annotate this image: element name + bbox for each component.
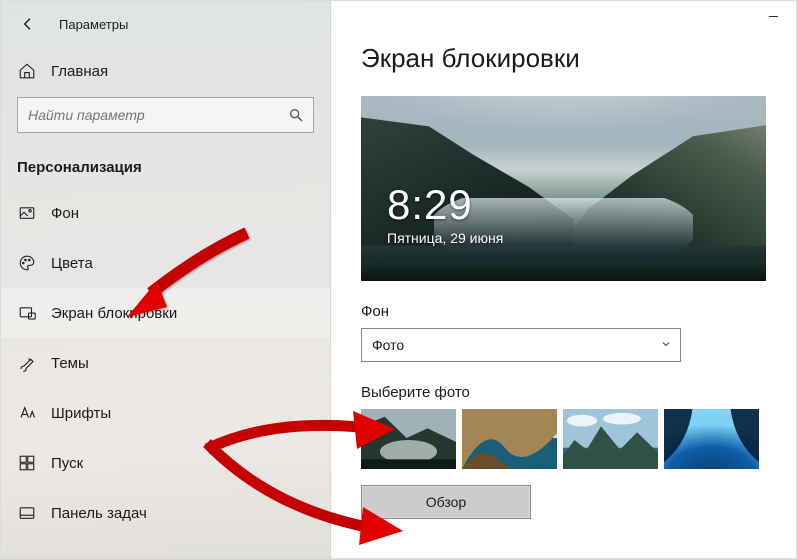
page-title: Экран блокировки (361, 43, 766, 74)
photo-thumb-3[interactable] (563, 409, 658, 469)
home-icon (17, 62, 37, 80)
nav-home[interactable]: Главная (1, 51, 330, 91)
sidebar-item-label: Цвета (51, 255, 93, 272)
brush-icon (17, 354, 37, 372)
sidebar-item-label: Фон (51, 205, 79, 222)
main-content: Экран блокировки 8:29 Пятница, 29 июня Ф… (331, 1, 796, 558)
window-title: Параметры (59, 17, 128, 32)
background-dropdown-value: Фото (372, 337, 404, 353)
taskbar-icon (17, 504, 37, 522)
sidebar-item-colors[interactable]: Цвета (1, 238, 330, 288)
sidebar-item-themes[interactable]: Темы (1, 338, 330, 388)
picture-icon (17, 204, 37, 222)
nav-home-label: Главная (51, 63, 108, 80)
choose-photo-label: Выберите фото (361, 384, 766, 401)
sidebar-item-background[interactable]: Фон (1, 188, 330, 238)
search-container (17, 97, 314, 133)
font-icon (17, 404, 37, 422)
sidebar-item-start[interactable]: Пуск (1, 438, 330, 488)
sidebar-item-label: Пуск (51, 455, 83, 472)
minimize-button[interactable] (750, 1, 796, 31)
sidebar-item-label: Панель задач (51, 505, 147, 522)
background-label: Фон (361, 303, 766, 320)
settings-window: Параметры Главная Персонализация Фон (0, 0, 797, 559)
search-icon (279, 107, 313, 123)
sidebar-item-label: Шрифты (51, 405, 111, 422)
browse-button[interactable]: Обзор (361, 485, 531, 519)
lock-screen-preview: 8:29 Пятница, 29 июня (361, 96, 766, 281)
chevron-down-icon (660, 337, 672, 353)
photo-thumb-2[interactable] (462, 409, 557, 469)
background-dropdown[interactable]: Фото (361, 328, 681, 362)
start-icon (17, 454, 37, 472)
photo-thumb-4[interactable] (664, 409, 759, 469)
sidebar-item-label: Темы (51, 355, 89, 372)
sidebar-item-taskbar[interactable]: Панель задач (1, 488, 330, 538)
sidebar: Параметры Главная Персонализация Фон (1, 1, 331, 558)
sidebar-item-fonts[interactable]: Шрифты (1, 388, 330, 438)
photo-thumb-1[interactable] (361, 409, 456, 469)
sidebar-item-label: Экран блокировки (51, 305, 177, 322)
back-button[interactable] (15, 11, 41, 37)
search-input[interactable] (18, 98, 279, 132)
palette-icon (17, 254, 37, 272)
browse-button-label: Обзор (426, 494, 466, 510)
sidebar-item-lock-screen[interactable]: Экран блокировки (1, 288, 330, 338)
lock-screen-icon (17, 304, 37, 322)
section-header: Персонализация (1, 143, 330, 186)
preview-date: Пятница, 29 июня (387, 230, 503, 246)
photo-thumbnails (361, 409, 766, 469)
preview-time: 8:29 (387, 184, 503, 226)
